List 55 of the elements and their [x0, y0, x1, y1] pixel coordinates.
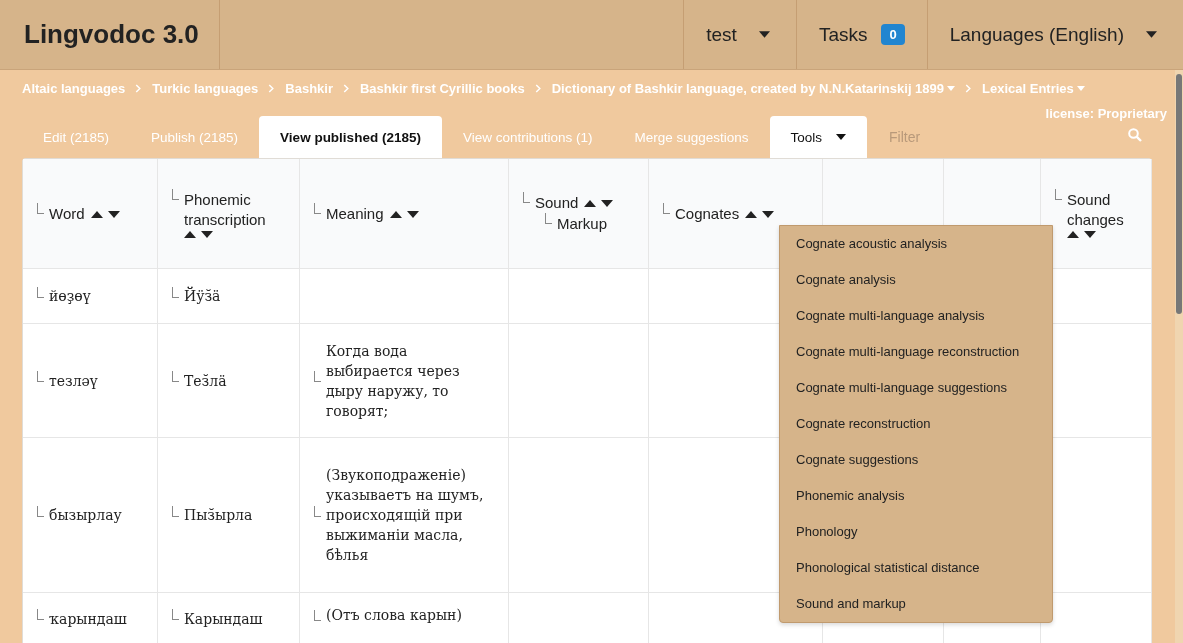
filter-field[interactable]: Filter — [867, 116, 1032, 158]
menu-item[interactable]: Sound and markup — [780, 586, 1052, 622]
chevron-icon — [343, 83, 350, 93]
column-header: Cognates — [675, 203, 740, 224]
table-cell: ҡарындаш — [23, 593, 158, 643]
column-header: Sound — [535, 193, 579, 213]
table-cell: бызырлау — [23, 438, 158, 593]
table-cell: Когда вода выбирается через дыру наружу, то говорят; — [300, 324, 509, 438]
caret-icon — [1146, 31, 1157, 38]
sort-icon[interactable] — [184, 229, 214, 238]
caret-icon — [836, 134, 847, 140]
column-header: Markup — [557, 214, 608, 234]
table-cell: тезләү — [23, 324, 158, 438]
sort-icon[interactable] — [584, 199, 615, 207]
menu-item[interactable]: Phonology — [780, 514, 1052, 550]
menu-item[interactable]: Cognate acoustic analysis — [780, 226, 1052, 262]
column-header: Word — [49, 203, 85, 224]
chevron-icon — [268, 83, 276, 93]
caret-icon — [758, 31, 770, 38]
menu-item[interactable]: Cognate multi-language analysis — [780, 298, 1052, 334]
menu-item[interactable]: Cognate reconstruction — [780, 406, 1052, 442]
chevron-icon — [135, 83, 143, 93]
table-cell: Карындаш — [158, 593, 300, 643]
dropdown-menu[interactable]: test — [683, 0, 796, 69]
tasks-menu[interactable]: Tasks 0 — [795, 0, 927, 69]
sort-icon[interactable] — [1067, 229, 1097, 238]
table-cell: йөҙөү — [23, 269, 158, 324]
chevron-icon — [965, 83, 973, 93]
menu-item[interactable]: Cognate multi-language reconstruction — [780, 334, 1052, 370]
tab[interactable]: View published (2185) — [259, 116, 442, 158]
column-header: Meaning — [326, 203, 384, 224]
caret-icon — [1076, 85, 1085, 91]
column-header: Sound changes — [1067, 189, 1125, 230]
column-header: Phonemic transcription — [184, 189, 267, 230]
caret-icon — [947, 85, 956, 91]
menu-item[interactable]: Phonemic analysis — [780, 478, 1052, 514]
table-cell: Йӱз̆ä — [158, 269, 300, 324]
license-text: license: Proprietary — [1045, 106, 1167, 121]
table-cell: (Отъ слова карын) — [300, 593, 509, 643]
menu-item[interactable]: Cognate multi-language suggestions — [780, 370, 1052, 406]
table-cell: Пыз̆ырла — [158, 438, 300, 593]
menu-item[interactable]: Cognate analysis — [780, 262, 1052, 298]
menu-item[interactable]: Phonological statistical distance — [780, 550, 1052, 586]
sort-icon[interactable] — [745, 209, 776, 218]
dropdown-menu[interactable]: Languages (English) — [926, 0, 1183, 69]
scrollbar[interactable] — [1175, 70, 1183, 643]
count-badge: 0 — [881, 24, 905, 45]
chevron-icon — [534, 83, 542, 93]
table-cell: (Звукоподраженіе) указываетъ на шумъ, происходящій при выжиманіи масла, бѣлья — [300, 438, 509, 593]
menu-item[interactable]: Cognate suggestions — [780, 442, 1052, 478]
sort-icon[interactable] — [90, 209, 121, 218]
table-cell: Тез̆лä — [158, 324, 300, 438]
tab[interactable]: Tools — [769, 116, 868, 158]
app-title: Lingvodoc 3.0 — [0, 0, 220, 69]
sort-icon[interactable] — [389, 209, 420, 218]
